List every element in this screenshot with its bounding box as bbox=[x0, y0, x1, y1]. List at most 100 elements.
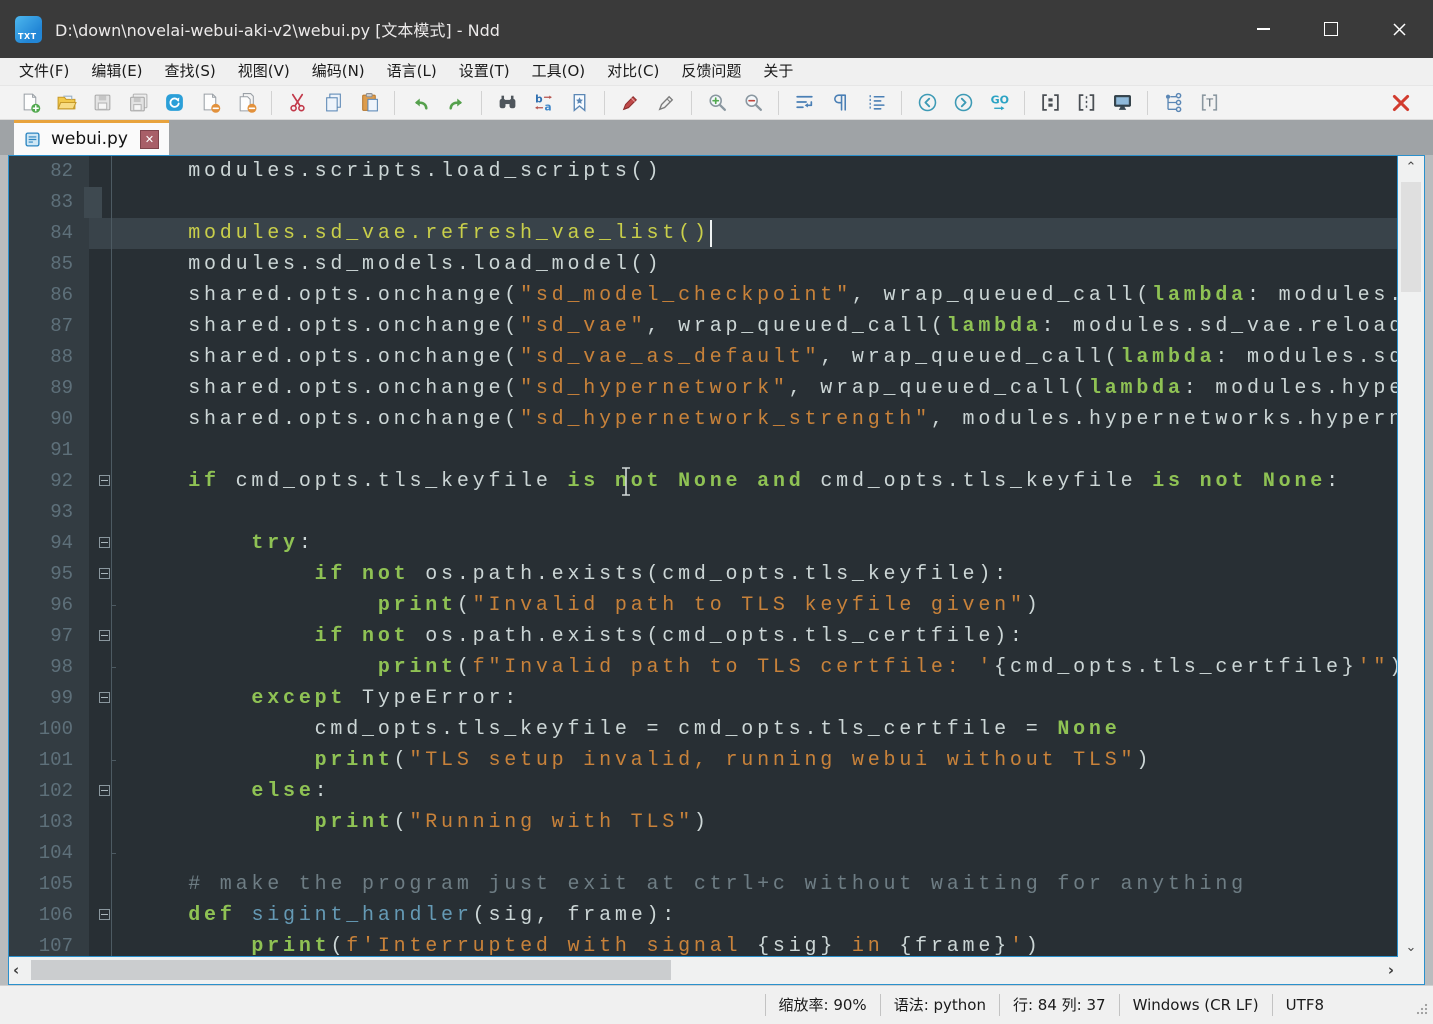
redo-button[interactable] bbox=[443, 90, 469, 116]
code-line-95[interactable]: 95 if not os.path.exists(cmd_opts.tls_ke… bbox=[9, 559, 1398, 590]
fold-marker-icon[interactable] bbox=[89, 900, 115, 931]
split-view-button[interactable] bbox=[1037, 90, 1063, 116]
code-line-98[interactable]: 98 print(f"Invalid path to TLS certfile:… bbox=[9, 652, 1398, 683]
code-line-88[interactable]: 88 shared.opts.onchange("sd_vae_as_defau… bbox=[9, 342, 1398, 373]
menu-item-search[interactable]: 查找(S) bbox=[154, 58, 227, 85]
code-line-105[interactable]: 105 # make the program just exit at ctrl… bbox=[9, 869, 1398, 900]
save-all-button[interactable] bbox=[125, 90, 151, 116]
cut-button[interactable] bbox=[284, 90, 310, 116]
menu-item-settings[interactable]: 设置(T) bbox=[448, 58, 521, 85]
code-line-94[interactable]: 94 try: bbox=[9, 528, 1398, 559]
close-all-button[interactable] bbox=[233, 90, 259, 116]
fold-margin bbox=[89, 869, 115, 900]
save-button[interactable] bbox=[89, 90, 115, 116]
code-line-89[interactable]: 89 shared.opts.onchange("sd_hypernetwork… bbox=[9, 373, 1398, 404]
line-number: 103 bbox=[9, 807, 89, 838]
bookmark-button[interactable] bbox=[566, 90, 592, 116]
scroll-right-arrow-icon[interactable]: › bbox=[1388, 957, 1394, 983]
code-line-106[interactable]: 106 def sigint_handler(sig, frame): bbox=[9, 900, 1398, 931]
paste-button[interactable] bbox=[356, 90, 382, 116]
horizontal-scroll-thumb[interactable] bbox=[31, 960, 671, 980]
code-line-104[interactable]: 104 bbox=[9, 838, 1398, 869]
menu-item-file[interactable]: 文件(F) bbox=[8, 58, 80, 85]
text-mode-button[interactable]: T bbox=[1196, 90, 1222, 116]
nav-prev-button[interactable] bbox=[914, 90, 940, 116]
status-position: 行: 84 列: 37 bbox=[999, 994, 1119, 1016]
undo-button[interactable] bbox=[407, 90, 433, 116]
menu-item-about[interactable]: 关于 bbox=[752, 58, 804, 85]
close-button[interactable] bbox=[1365, 0, 1433, 58]
code-text: modules.sd_models.load_model() bbox=[115, 249, 1398, 280]
scroll-left-arrow-icon[interactable]: ‹ bbox=[13, 957, 19, 983]
toolbar-separator bbox=[691, 91, 692, 115]
fold-marker-icon[interactable] bbox=[89, 559, 115, 590]
scroll-down-arrow-icon[interactable]: ⌄ bbox=[1398, 940, 1424, 955]
fold-marker-icon[interactable] bbox=[89, 683, 115, 714]
menu-item-feedback[interactable]: 反馈问题 bbox=[670, 58, 752, 85]
open-folder-button[interactable] bbox=[53, 90, 79, 116]
code-line-102[interactable]: 102 else: bbox=[9, 776, 1398, 807]
menu-item-edit[interactable]: 编辑(E) bbox=[80, 58, 153, 85]
code-line-93[interactable]: 93 bbox=[9, 497, 1398, 528]
replace-button[interactable]: ba bbox=[530, 90, 556, 116]
code-line-103[interactable]: 103 print("Running with TLS") bbox=[9, 807, 1398, 838]
code-line-99[interactable]: 99 except TypeError: bbox=[9, 683, 1398, 714]
close-file-button[interactable] bbox=[197, 90, 223, 116]
code-line-90[interactable]: 90 shared.opts.onchange("sd_hypernetwork… bbox=[9, 404, 1398, 435]
vertical-scrollbar[interactable]: ⌃ ⌄ bbox=[1397, 156, 1424, 957]
code-line-107[interactable]: 107 print(f'Interrupted with signal {sig… bbox=[9, 931, 1398, 957]
fold-margin bbox=[89, 931, 115, 957]
reload-button[interactable] bbox=[161, 90, 187, 116]
fold-marker-icon[interactable] bbox=[89, 621, 115, 652]
goto-line-button[interactable]: GO bbox=[986, 90, 1012, 116]
menu-item-encoding[interactable]: 编码(N) bbox=[301, 58, 376, 85]
close-red-button[interactable] bbox=[1388, 90, 1414, 116]
code-line-85[interactable]: 85 modules.sd_models.load_model() bbox=[9, 249, 1398, 280]
resize-grip[interactable] bbox=[1415, 1001, 1429, 1020]
code-line-92[interactable]: 92 if cmd_opts.tls_keyfile is not None a… bbox=[9, 466, 1398, 497]
code-line-86[interactable]: 86 shared.opts.onchange("sd_model_checkp… bbox=[9, 280, 1398, 311]
zoom-in-button[interactable] bbox=[704, 90, 730, 116]
code-line-82[interactable]: 82 modules.scripts.load_scripts() bbox=[9, 156, 1398, 187]
find-button[interactable] bbox=[494, 90, 520, 116]
code-editor[interactable]: 82 modules.scripts.load_scripts()8384 mo… bbox=[9, 156, 1398, 957]
fold-marker-icon[interactable] bbox=[89, 776, 115, 807]
menu-item-tools[interactable]: 工具(O) bbox=[521, 58, 597, 85]
code-line-97[interactable]: 97 if not os.path.exists(cmd_opts.tls_ce… bbox=[9, 621, 1398, 652]
maximize-button[interactable] bbox=[1297, 0, 1365, 58]
indent-guide-button[interactable] bbox=[863, 90, 889, 116]
fold-marker-icon[interactable] bbox=[89, 466, 115, 497]
scroll-up-arrow-icon[interactable]: ⌃ bbox=[1398, 160, 1424, 175]
toolbar-separator bbox=[901, 91, 902, 115]
nav-next-button[interactable] bbox=[950, 90, 976, 116]
zoom-out-button[interactable] bbox=[740, 90, 766, 116]
presentation-button[interactable] bbox=[1109, 90, 1135, 116]
copy-button[interactable] bbox=[320, 90, 346, 116]
new-file-button[interactable] bbox=[17, 90, 43, 116]
tab-close-button[interactable]: ✕ bbox=[140, 130, 159, 149]
code-line-87[interactable]: 87 shared.opts.onchange("sd_vae", wrap_q… bbox=[9, 311, 1398, 342]
highlighter-button[interactable] bbox=[617, 90, 643, 116]
line-number: 96 bbox=[9, 590, 89, 621]
menu-item-language[interactable]: 语言(L) bbox=[376, 58, 448, 85]
code-line-100[interactable]: 100 cmd_opts.tls_keyfile = cmd_opts.tls_… bbox=[9, 714, 1398, 745]
menu-item-compare[interactable]: 对比(C) bbox=[596, 58, 670, 85]
column-mode-button[interactable] bbox=[1073, 90, 1099, 116]
code-line-84[interactable]: 84 modules.sd_vae.refresh_vae_list() bbox=[9, 218, 1398, 249]
structure-view-button[interactable] bbox=[1160, 90, 1186, 116]
code-line-83[interactable]: 83 bbox=[9, 187, 1398, 218]
line-number: 92 bbox=[9, 466, 89, 497]
vertical-scroll-thumb[interactable] bbox=[1401, 182, 1421, 292]
horizontal-scrollbar[interactable]: ‹ › bbox=[9, 956, 1398, 984]
text-caret bbox=[710, 220, 712, 247]
code-line-96[interactable]: 96 print("Invalid path to TLS keyfile gi… bbox=[9, 590, 1398, 621]
tab-webui-py[interactable]: webui.py ✕ bbox=[14, 120, 169, 155]
fold-marker-icon[interactable] bbox=[89, 528, 115, 559]
code-line-91[interactable]: 91 bbox=[9, 435, 1398, 466]
pilcrow-button[interactable] bbox=[827, 90, 853, 116]
minimize-button[interactable] bbox=[1229, 0, 1297, 58]
word-wrap-button[interactable] bbox=[791, 90, 817, 116]
code-line-101[interactable]: 101 print("TLS setup invalid, running we… bbox=[9, 745, 1398, 776]
menu-item-view[interactable]: 视图(V) bbox=[227, 58, 301, 85]
eraser-button[interactable] bbox=[653, 90, 679, 116]
